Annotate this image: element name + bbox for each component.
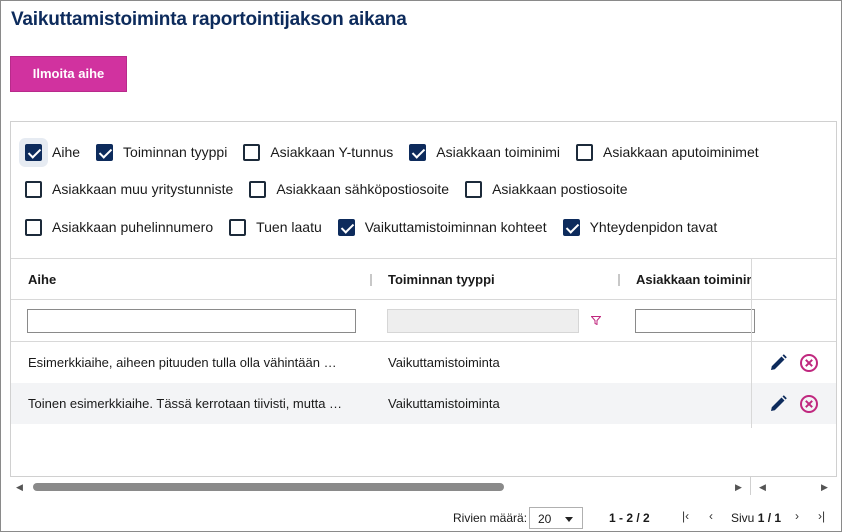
column-header-aihe[interactable]: Aihe	[28, 259, 328, 301]
next-page-icon[interactable]: ›	[795, 509, 799, 523]
delete-circle-icon[interactable]	[799, 394, 819, 414]
column-toggle-kohteet[interactable]: Vaikuttamistoiminnan kohteet	[337, 218, 547, 236]
column-toggle-sahkopostiosoite[interactable]: Asiakkaan sähköpostiosoite	[249, 180, 450, 198]
report-topic-button-label: Ilmoita aihe	[32, 66, 105, 81]
column-toggle-label: Asiakkaan Y-tunnus	[270, 144, 394, 160]
page-number: 1 / 1	[757, 511, 782, 525]
filter-input-toiminimi[interactable]	[635, 309, 755, 333]
pencil-icon[interactable]	[768, 353, 788, 373]
column-toggle-row-3: Asiakkaan puhelinnumero Tuen laatu Vaiku…	[25, 215, 733, 239]
column-toggle-label: Asiakkaan aputoiminimet	[603, 144, 759, 160]
column-header-toiminnan-tyyppi[interactable]: Toiminnan tyyppi	[388, 259, 608, 301]
grid-header: Aihe Toiminnan tyyppi Asiakkaan toiminim…	[11, 258, 836, 301]
checkbox[interactable]	[25, 143, 42, 161]
scrollbar-thumb[interactable]	[33, 483, 504, 491]
column-toggle-label: Tuen laatu	[256, 219, 322, 235]
record-range: 1 - 2 / 2	[609, 511, 650, 525]
page-size-value: 20	[538, 512, 552, 526]
table-row[interactable]: Toinen esimerkkiaihe. Tässä kerrotaan ti…	[11, 383, 836, 424]
cell-toiminnan-tyyppi: Vaikuttamistoiminta	[388, 355, 500, 370]
grid-filter-row	[11, 300, 836, 342]
chevron-down-icon	[565, 517, 573, 522]
page-title: Vaikuttamistoiminta raportointijakson ai…	[11, 9, 407, 30]
column-resize-handle[interactable]	[370, 274, 372, 286]
last-page-icon[interactable]: ›|	[818, 509, 825, 523]
cell-aihe: Toinen esimerkkiaihe. Tässä kerrotaan ti…	[28, 396, 343, 411]
column-toggle-label: Asiakkaan sähköpostiosoite	[276, 181, 450, 197]
checkbox[interactable]	[229, 218, 247, 236]
topics-panel: Aihe Toiminnan tyyppi Asiakkaan Y-tunnus…	[10, 121, 837, 477]
filter-input-aihe[interactable]	[27, 309, 356, 333]
column-toggle-toiminnan-tyyppi[interactable]: Toiminnan tyyppi	[96, 143, 228, 161]
checkbox[interactable]	[243, 143, 261, 161]
page-size-select[interactable]: 20	[529, 507, 583, 529]
column-toggle-label: Asiakkaan postiosoite	[492, 181, 628, 197]
column-toggle-row-1: Aihe Toiminnan tyyppi Asiakkaan Y-tunnus…	[25, 140, 775, 164]
checkbox[interactable]	[576, 143, 594, 161]
checkbox[interactable]	[96, 143, 114, 161]
column-toggle-muu-yritystunniste[interactable]: Asiakkaan muu yritystunniste	[25, 180, 234, 198]
column-toggle-label: Yhteydenpidon tavat	[589, 219, 718, 235]
column-toggle-row-2: Asiakkaan muu yritystunniste Asiakkaan s…	[25, 177, 644, 201]
checkbox[interactable]	[337, 218, 355, 236]
scrollbar-divider	[750, 477, 751, 495]
scroll-left-arrow-icon[interactable]: ◀	[16, 481, 23, 493]
actions-column	[751, 258, 836, 428]
column-toggle-postiosoite[interactable]: Asiakkaan postiosoite	[465, 180, 628, 198]
page-label: Sivu	[731, 511, 755, 525]
checkbox[interactable]	[25, 218, 42, 236]
column-toggle-label: Asiakkaan toiminimi	[436, 144, 561, 160]
cell-toiminnan-tyyppi: Vaikuttamistoiminta	[388, 396, 500, 411]
column-toggle-puhelinnumero[interactable]: Asiakkaan puhelinnumero	[25, 218, 214, 236]
pinned-scroll-right-arrow-icon[interactable]: ▶	[821, 481, 828, 493]
column-toggle-toiminimi[interactable]: Asiakkaan toiminimi	[409, 143, 561, 161]
page-indicator: Sivu 1 / 1	[731, 511, 781, 525]
scroll-right-arrow-icon[interactable]: ▶	[735, 481, 742, 493]
column-toggle-aihe[interactable]: Aihe	[25, 143, 81, 161]
checkbox[interactable]	[409, 143, 427, 161]
filter-funnel-icon[interactable]	[591, 316, 601, 325]
column-resize-handle[interactable]	[618, 274, 620, 286]
checkbox[interactable]	[562, 218, 580, 236]
column-header-toiminimi[interactable]: Asiakkaan toiminimi	[636, 259, 751, 301]
filter-select-toiminnan-tyyppi[interactable]	[387, 309, 579, 333]
column-toggle-aputoiminimet[interactable]: Asiakkaan aputoiminimet	[576, 143, 759, 161]
column-toggle-label: Toiminnan tyyppi	[123, 144, 228, 160]
column-toggle-tuen-laatu[interactable]: Tuen laatu	[229, 218, 322, 236]
checkbox[interactable]	[465, 180, 483, 198]
delete-circle-icon[interactable]	[799, 353, 819, 373]
column-toggle-yhteydenpidon-tavat[interactable]: Yhteydenpidon tavat	[562, 218, 718, 236]
column-toggle-label: Asiakkaan muu yritystunniste	[52, 181, 234, 197]
pinned-scroll-left-arrow-icon[interactable]: ◀	[759, 481, 766, 493]
cell-aihe: Esimerkkiaihe, aiheen pituuden tulla oll…	[28, 355, 337, 370]
checkbox[interactable]	[25, 180, 42, 198]
column-toggle-label: Vaikuttamistoiminnan kohteet	[364, 219, 547, 235]
first-page-icon[interactable]: |‹	[682, 509, 689, 523]
rows-per-page-label: Rivien määrä:	[453, 511, 528, 525]
table-row[interactable]: Esimerkkiaihe, aiheen pituuden tulla oll…	[11, 342, 836, 383]
column-toggle-label: Aihe	[52, 144, 81, 160]
column-toggle-label: Asiakkaan puhelinnumero	[52, 219, 214, 235]
checkbox[interactable]	[249, 180, 267, 198]
report-topic-button[interactable]: Ilmoita aihe	[10, 56, 127, 92]
pencil-icon[interactable]	[768, 394, 788, 414]
column-toggle-y-tunnus[interactable]: Asiakkaan Y-tunnus	[243, 143, 394, 161]
prev-page-icon[interactable]: ‹	[709, 509, 713, 523]
